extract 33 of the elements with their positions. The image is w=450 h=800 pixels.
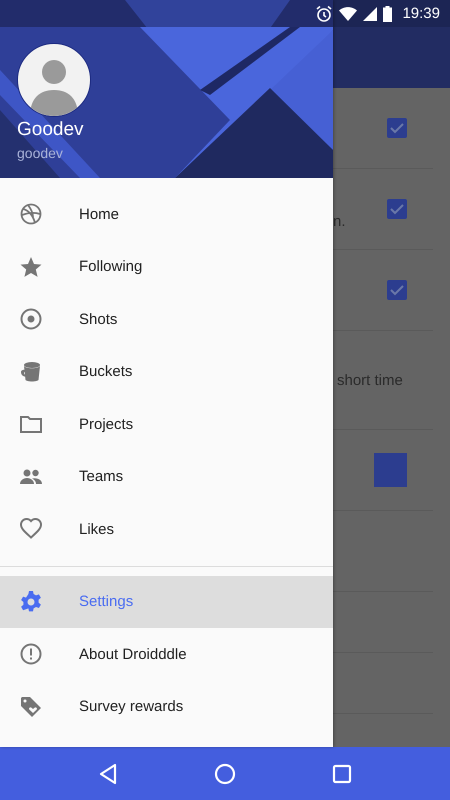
target-icon <box>19 307 43 332</box>
status-time: 19:39 <box>402 5 440 22</box>
heart-icon <box>19 517 43 542</box>
star-icon <box>19 254 43 279</box>
account-name: Goodev <box>17 119 85 141</box>
account-username: goodev <box>17 145 64 161</box>
drawer-item[interactable]: Shots <box>0 293 333 346</box>
bucket-icon <box>19 360 43 384</box>
back-button[interactable] <box>98 762 118 784</box>
checkbox[interactable] <box>387 118 407 138</box>
exclamation-icon <box>19 642 43 666</box>
ball-icon <box>19 202 43 226</box>
checkbox[interactable] <box>387 199 407 219</box>
drawer-item[interactable]: Survey rewards <box>0 680 333 733</box>
settings-icon <box>19 590 43 614</box>
row-text: n. <box>333 212 346 230</box>
color-swatch[interactable] <box>374 453 407 487</box>
home-button[interactable] <box>214 762 236 784</box>
drawer-item[interactable]: Home <box>0 188 333 240</box>
drawer-item[interactable]: Buckets <box>0 346 333 398</box>
drawer-item[interactable]: About Droidddle <box>0 628 333 680</box>
drawer-item[interactable]: Likes <box>0 503 333 556</box>
row-text: short time <box>337 372 403 388</box>
recents-button[interactable] <box>332 764 352 784</box>
drawer-item[interactable]: Teams <box>0 450 333 503</box>
drawer-item[interactable]: Following <box>0 240 333 293</box>
checkbox[interactable] <box>387 280 407 300</box>
signal-icon <box>363 6 378 20</box>
battery-icon <box>383 6 392 22</box>
wifi-icon <box>339 6 358 20</box>
alarm-icon <box>315 4 334 22</box>
drawer-item[interactable]: Projects <box>0 398 333 450</box>
tag-heart-icon <box>19 694 43 719</box>
